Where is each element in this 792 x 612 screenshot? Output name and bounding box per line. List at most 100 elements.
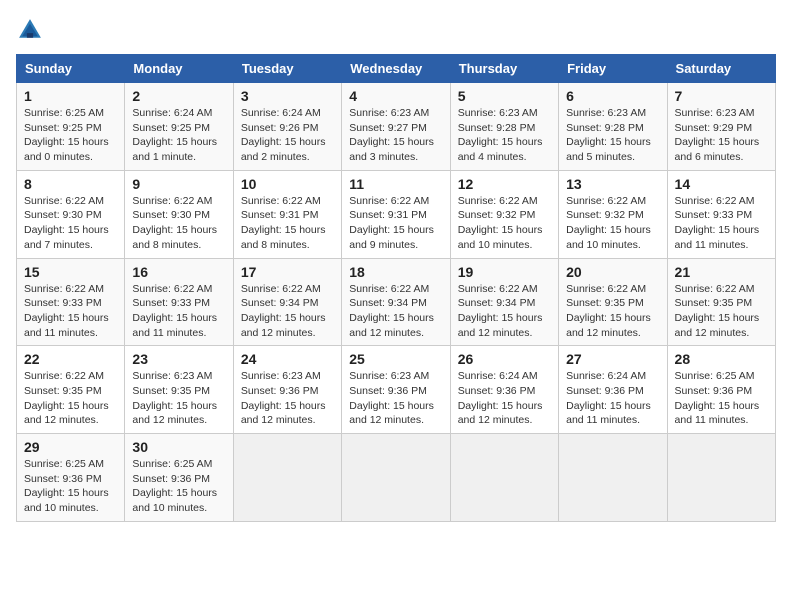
day-info: Sunrise: 6:22 AMSunset: 9:33 PMDaylight:… — [675, 194, 768, 253]
day-info: Sunrise: 6:25 AMSunset: 9:25 PMDaylight:… — [24, 106, 117, 165]
day-info: Sunrise: 6:22 AMSunset: 9:30 PMDaylight:… — [24, 194, 117, 253]
day-number: 21 — [675, 264, 768, 280]
calendar-week-1: 1 Sunrise: 6:25 AMSunset: 9:25 PMDayligh… — [17, 83, 776, 171]
weekday-header-friday: Friday — [559, 55, 667, 83]
day-number: 5 — [458, 88, 551, 104]
day-info: Sunrise: 6:24 AMSunset: 9:36 PMDaylight:… — [458, 369, 551, 428]
calendar-cell: 27 Sunrise: 6:24 AMSunset: 9:36 PMDaylig… — [559, 346, 667, 434]
calendar-cell: 16 Sunrise: 6:22 AMSunset: 9:33 PMDaylig… — [125, 258, 233, 346]
day-info: Sunrise: 6:23 AMSunset: 9:27 PMDaylight:… — [349, 106, 442, 165]
calendar-cell: 12 Sunrise: 6:22 AMSunset: 9:32 PMDaylig… — [450, 170, 558, 258]
calendar-cell: 21 Sunrise: 6:22 AMSunset: 9:35 PMDaylig… — [667, 258, 775, 346]
day-info: Sunrise: 6:22 AMSunset: 9:31 PMDaylight:… — [241, 194, 334, 253]
day-info: Sunrise: 6:22 AMSunset: 9:34 PMDaylight:… — [241, 282, 334, 341]
day-info: Sunrise: 6:23 AMSunset: 9:28 PMDaylight:… — [566, 106, 659, 165]
day-number: 22 — [24, 351, 117, 367]
day-info: Sunrise: 6:23 AMSunset: 9:29 PMDaylight:… — [675, 106, 768, 165]
day-info: Sunrise: 6:22 AMSunset: 9:33 PMDaylight:… — [24, 282, 117, 341]
weekday-header-monday: Monday — [125, 55, 233, 83]
weekday-header-thursday: Thursday — [450, 55, 558, 83]
day-number: 3 — [241, 88, 334, 104]
weekday-header-tuesday: Tuesday — [233, 55, 341, 83]
calendar-week-2: 8 Sunrise: 6:22 AMSunset: 9:30 PMDayligh… — [17, 170, 776, 258]
calendar-cell: 25 Sunrise: 6:23 AMSunset: 9:36 PMDaylig… — [342, 346, 450, 434]
day-info: Sunrise: 6:25 AMSunset: 9:36 PMDaylight:… — [675, 369, 768, 428]
weekday-header-wednesday: Wednesday — [342, 55, 450, 83]
day-info: Sunrise: 6:25 AMSunset: 9:36 PMDaylight:… — [24, 457, 117, 516]
day-number: 30 — [132, 439, 225, 455]
day-number: 20 — [566, 264, 659, 280]
day-number: 1 — [24, 88, 117, 104]
day-info: Sunrise: 6:22 AMSunset: 9:34 PMDaylight:… — [349, 282, 442, 341]
calendar-cell: 2 Sunrise: 6:24 AMSunset: 9:25 PMDayligh… — [125, 83, 233, 171]
calendar-cell: 5 Sunrise: 6:23 AMSunset: 9:28 PMDayligh… — [450, 83, 558, 171]
day-number: 6 — [566, 88, 659, 104]
logo-icon — [16, 16, 44, 44]
day-info: Sunrise: 6:22 AMSunset: 9:31 PMDaylight:… — [349, 194, 442, 253]
calendar-cell: 8 Sunrise: 6:22 AMSunset: 9:30 PMDayligh… — [17, 170, 125, 258]
day-info: Sunrise: 6:24 AMSunset: 9:25 PMDaylight:… — [132, 106, 225, 165]
calendar-cell: 28 Sunrise: 6:25 AMSunset: 9:36 PMDaylig… — [667, 346, 775, 434]
day-number: 19 — [458, 264, 551, 280]
day-number: 2 — [132, 88, 225, 104]
day-info: Sunrise: 6:22 AMSunset: 9:35 PMDaylight:… — [675, 282, 768, 341]
day-number: 8 — [24, 176, 117, 192]
day-number: 12 — [458, 176, 551, 192]
calendar-cell: 4 Sunrise: 6:23 AMSunset: 9:27 PMDayligh… — [342, 83, 450, 171]
calendar-cell: 3 Sunrise: 6:24 AMSunset: 9:26 PMDayligh… — [233, 83, 341, 171]
calendar-cell: 11 Sunrise: 6:22 AMSunset: 9:31 PMDaylig… — [342, 170, 450, 258]
calendar-cell — [233, 434, 341, 522]
calendar-cell — [450, 434, 558, 522]
calendar-cell: 20 Sunrise: 6:22 AMSunset: 9:35 PMDaylig… — [559, 258, 667, 346]
day-number: 18 — [349, 264, 442, 280]
calendar-cell: 22 Sunrise: 6:22 AMSunset: 9:35 PMDaylig… — [17, 346, 125, 434]
day-number: 28 — [675, 351, 768, 367]
calendar-cell — [559, 434, 667, 522]
day-number: 25 — [349, 351, 442, 367]
day-info: Sunrise: 6:24 AMSunset: 9:26 PMDaylight:… — [241, 106, 334, 165]
day-number: 11 — [349, 176, 442, 192]
calendar-week-4: 22 Sunrise: 6:22 AMSunset: 9:35 PMDaylig… — [17, 346, 776, 434]
weekday-header-row: SundayMondayTuesdayWednesdayThursdayFrid… — [17, 55, 776, 83]
day-info: Sunrise: 6:22 AMSunset: 9:32 PMDaylight:… — [566, 194, 659, 253]
calendar-week-5: 29 Sunrise: 6:25 AMSunset: 9:36 PMDaylig… — [17, 434, 776, 522]
day-info: Sunrise: 6:23 AMSunset: 9:35 PMDaylight:… — [132, 369, 225, 428]
calendar-cell — [342, 434, 450, 522]
day-number: 10 — [241, 176, 334, 192]
day-number: 15 — [24, 264, 117, 280]
calendar-cell: 13 Sunrise: 6:22 AMSunset: 9:32 PMDaylig… — [559, 170, 667, 258]
day-number: 27 — [566, 351, 659, 367]
calendar-cell — [667, 434, 775, 522]
day-info: Sunrise: 6:23 AMSunset: 9:36 PMDaylight:… — [349, 369, 442, 428]
calendar-cell: 7 Sunrise: 6:23 AMSunset: 9:29 PMDayligh… — [667, 83, 775, 171]
day-number: 29 — [24, 439, 117, 455]
day-info: Sunrise: 6:22 AMSunset: 9:34 PMDaylight:… — [458, 282, 551, 341]
calendar-cell: 29 Sunrise: 6:25 AMSunset: 9:36 PMDaylig… — [17, 434, 125, 522]
day-info: Sunrise: 6:23 AMSunset: 9:28 PMDaylight:… — [458, 106, 551, 165]
logo — [16, 16, 48, 44]
day-number: 14 — [675, 176, 768, 192]
day-number: 26 — [458, 351, 551, 367]
weekday-header-sunday: Sunday — [17, 55, 125, 83]
day-number: 16 — [132, 264, 225, 280]
calendar-cell: 15 Sunrise: 6:22 AMSunset: 9:33 PMDaylig… — [17, 258, 125, 346]
day-info: Sunrise: 6:24 AMSunset: 9:36 PMDaylight:… — [566, 369, 659, 428]
calendar-cell: 23 Sunrise: 6:23 AMSunset: 9:35 PMDaylig… — [125, 346, 233, 434]
day-number: 4 — [349, 88, 442, 104]
day-info: Sunrise: 6:22 AMSunset: 9:35 PMDaylight:… — [566, 282, 659, 341]
day-number: 23 — [132, 351, 225, 367]
calendar-week-3: 15 Sunrise: 6:22 AMSunset: 9:33 PMDaylig… — [17, 258, 776, 346]
calendar-cell: 26 Sunrise: 6:24 AMSunset: 9:36 PMDaylig… — [450, 346, 558, 434]
calendar-cell: 14 Sunrise: 6:22 AMSunset: 9:33 PMDaylig… — [667, 170, 775, 258]
day-info: Sunrise: 6:22 AMSunset: 9:33 PMDaylight:… — [132, 282, 225, 341]
calendar-cell: 6 Sunrise: 6:23 AMSunset: 9:28 PMDayligh… — [559, 83, 667, 171]
day-info: Sunrise: 6:22 AMSunset: 9:32 PMDaylight:… — [458, 194, 551, 253]
day-number: 7 — [675, 88, 768, 104]
calendar-cell: 18 Sunrise: 6:22 AMSunset: 9:34 PMDaylig… — [342, 258, 450, 346]
calendar-cell: 10 Sunrise: 6:22 AMSunset: 9:31 PMDaylig… — [233, 170, 341, 258]
day-info: Sunrise: 6:25 AMSunset: 9:36 PMDaylight:… — [132, 457, 225, 516]
day-info: Sunrise: 6:22 AMSunset: 9:30 PMDaylight:… — [132, 194, 225, 253]
calendar-table: SundayMondayTuesdayWednesdayThursdayFrid… — [16, 54, 776, 522]
calendar-cell: 9 Sunrise: 6:22 AMSunset: 9:30 PMDayligh… — [125, 170, 233, 258]
page-header — [16, 16, 776, 44]
